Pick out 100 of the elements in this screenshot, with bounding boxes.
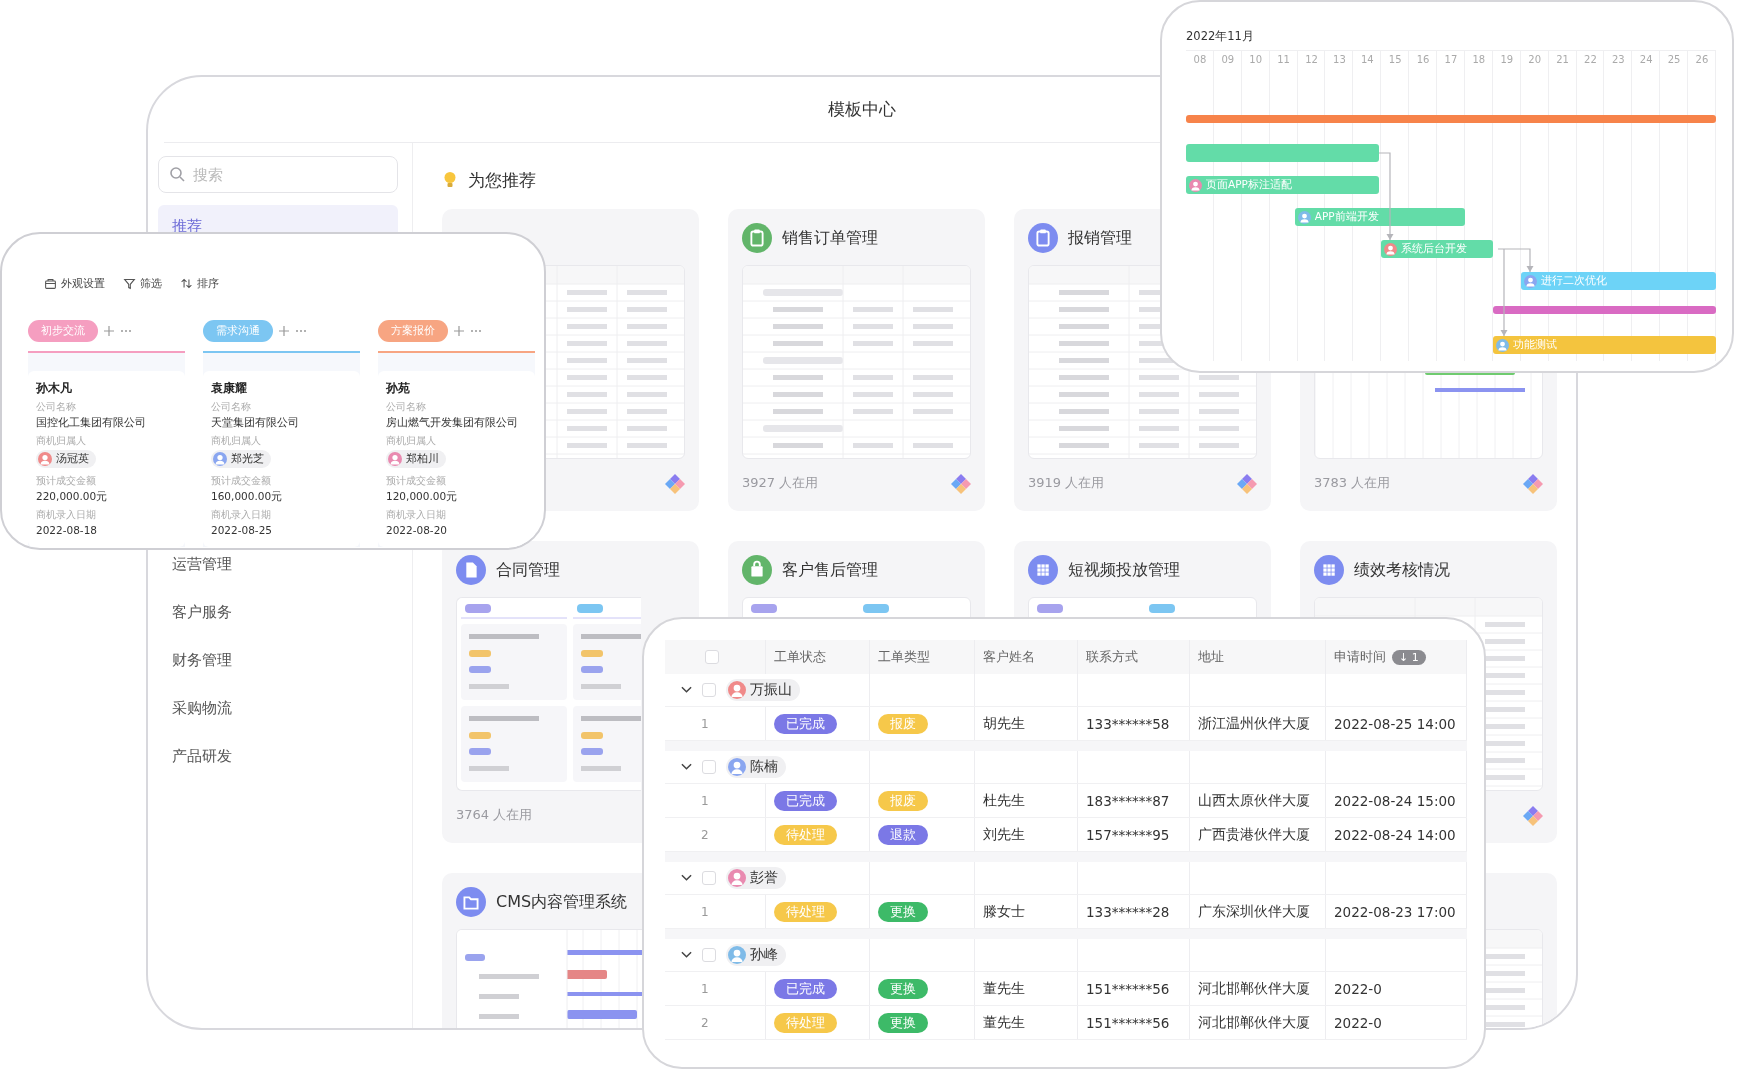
field-label: 公司名称 (36, 400, 77, 414)
field-label: 预计成交金额 (386, 474, 447, 488)
task-label: 进行二次优化 (1540, 274, 1607, 288)
field-label: 商机录入日期 (386, 508, 447, 522)
day-label: 13 (1332, 53, 1347, 67)
field-value: 国控化工集团有限公司 (36, 415, 147, 430)
type-tag: 退款 (878, 824, 928, 845)
contact-name: 袁康耀 (211, 380, 248, 396)
person-name: 孙峰 (750, 946, 778, 964)
day-label: 24 (1638, 53, 1654, 67)
status-tag: 已完成 (774, 790, 837, 811)
field-value: 2022-08-20 (386, 523, 449, 538)
row-number: 2 (700, 827, 709, 842)
card-title: 客户售后管理 (782, 559, 878, 581)
day-label: 11 (1276, 53, 1291, 67)
table-cell: 胡先生 (983, 714, 1025, 733)
table-cell: 杜先生 (983, 791, 1025, 810)
field-value: 天堂集团有限公司 (211, 415, 300, 430)
card-title: 报销管理 (1068, 227, 1132, 249)
person-name: 陈楠 (750, 758, 778, 776)
table-cell: 2022-08-24 15:00 (1334, 792, 1456, 809)
day-label: 22 (1583, 53, 1598, 67)
table-cell: 广东深圳伙伴大厦 (1198, 902, 1310, 921)
field-value: 2022-08-18 (36, 523, 99, 538)
status-tag: 待处理 (774, 901, 837, 922)
table-cell: 董先生 (983, 979, 1025, 998)
day-label: 12 (1304, 53, 1319, 67)
month-label: 2022年11月 (1186, 28, 1255, 45)
person-name: 万振山 (750, 681, 792, 699)
card-title: 销售订单管理 (782, 227, 878, 249)
contact-name: 孙苑 (386, 380, 411, 396)
card-title: 短视频投放管理 (1068, 559, 1180, 581)
card-title: CMS内容管理系统 (496, 891, 628, 913)
day-label: 10 (1248, 53, 1264, 67)
day-label: 19 (1499, 53, 1515, 67)
field-label: 公司名称 (211, 400, 252, 414)
usage-count: 3927 人在用 (742, 474, 819, 492)
day-label: 16 (1415, 53, 1431, 67)
table-cell: 浙江温州伙伴大厦 (1198, 714, 1310, 733)
table-cell: 滕女士 (983, 902, 1025, 921)
table-cell: 刘先生 (983, 825, 1025, 844)
field-label: 商机归属人 (386, 434, 437, 448)
table-cell: 151******56 (1086, 1014, 1170, 1031)
task-label: 页面APP标注适配 (1206, 178, 1292, 192)
section-title: 为您推荐 (468, 168, 536, 192)
day-label: 17 (1443, 53, 1459, 67)
day-label: 09 (1220, 53, 1236, 67)
field-label: 商机归属人 (36, 434, 87, 448)
field-value: 220,000.00元 (36, 489, 109, 504)
table-cell: 河北邯郸伙伴大厦 (1198, 1013, 1310, 1032)
type-tag: 报废 (878, 790, 928, 811)
row-number: 2 (700, 1015, 709, 1030)
task-label: 功能测试 (1512, 338, 1557, 352)
table-cell: 董先生 (983, 1013, 1025, 1032)
person-name: 彭誉 (750, 869, 778, 887)
day-label: 23 (1610, 53, 1626, 67)
day-label: 21 (1555, 53, 1570, 67)
window-title: 模板中心 (828, 98, 896, 121)
person-name: 郑光芝 (231, 452, 264, 466)
status-tag: 已完成 (774, 978, 837, 999)
day-label: 25 (1666, 53, 1682, 67)
day-label: 26 (1694, 53, 1710, 67)
table-cell: 广西贵港伙伴大厦 (1198, 825, 1310, 844)
field-label: 商机录入日期 (211, 508, 272, 522)
status-tag: 待处理 (774, 824, 837, 845)
contact-name: 孙木凡 (36, 380, 73, 396)
field-value: 房山燃气开发集团有限公司 (386, 415, 519, 430)
day-label: 08 (1192, 53, 1208, 67)
type-tag: 更换 (878, 1012, 928, 1033)
status-tag: 待处理 (774, 1012, 837, 1033)
table-cell: 157******95 (1086, 826, 1170, 843)
person-name: 郑柏川 (406, 452, 439, 466)
field-value: 160,000.00元 (211, 489, 284, 504)
table-cell: 山西太原伙伴大厦 (1198, 791, 1310, 810)
usage-count: 3764 人在用 (456, 806, 533, 824)
table-cell: 2022-08-23 17:00 (1334, 903, 1456, 920)
row-number: 1 (700, 793, 709, 808)
table-cell: 2022-08-25 14:00 (1334, 715, 1456, 732)
table-cell: 2022-08-24 14:00 (1334, 826, 1456, 843)
table-cell: 183******87 (1086, 792, 1170, 809)
type-tag: 报废 (878, 713, 928, 734)
row-number: 1 (700, 904, 709, 919)
day-label: 14 (1359, 53, 1375, 67)
table-cell: 2022-0 (1334, 980, 1382, 997)
field-label: 预计成交金额 (211, 474, 272, 488)
type-tag: 更换 (878, 901, 928, 922)
card-title: 绩效考核情况 (1354, 559, 1450, 581)
status-tag: 已完成 (774, 713, 837, 734)
field-label: 公司名称 (386, 400, 427, 414)
row-number: 1 (700, 716, 709, 731)
day-label: 18 (1471, 53, 1487, 67)
table-cell: 河北邯郸伙伴大厦 (1198, 979, 1310, 998)
row-number: 1 (700, 981, 709, 996)
task-label: APP前端开发 (1314, 210, 1379, 224)
table-cell: 133******28 (1086, 903, 1170, 920)
field-label: 商机录入日期 (36, 508, 97, 522)
task-label: 系统后台开发 (1401, 242, 1468, 256)
person-name: 汤冠英 (56, 452, 89, 466)
field-label: 预计成交金额 (36, 474, 97, 488)
field-value: 120,000.00元 (386, 489, 459, 504)
